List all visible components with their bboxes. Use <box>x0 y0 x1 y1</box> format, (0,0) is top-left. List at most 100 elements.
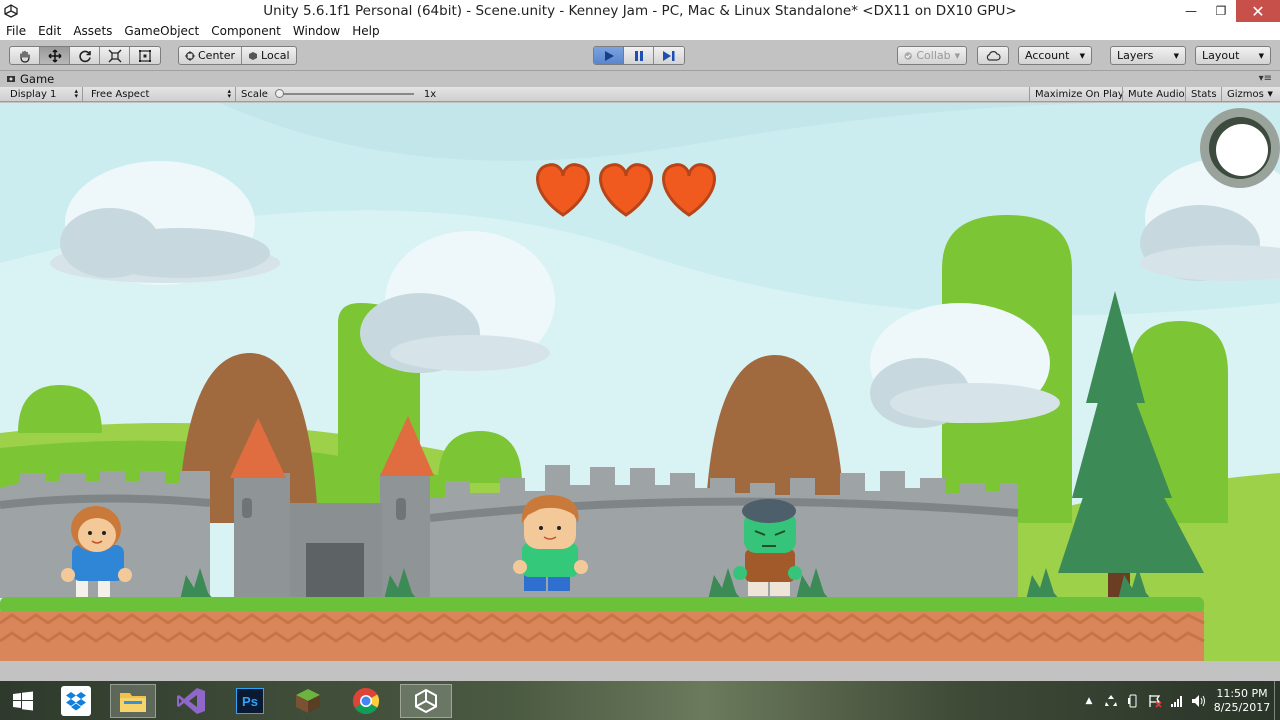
minimize-button[interactable]: — <box>1176 0 1206 22</box>
check-icon <box>904 51 912 60</box>
rotate-tool-button[interactable] <box>70 47 100 64</box>
file-explorer-icon <box>120 693 146 712</box>
wifi-signal-icon[interactable] <box>1166 694 1188 708</box>
tab-menu-icon[interactable]: ▾≡ <box>1259 73 1272 84</box>
scale-label: Scale <box>241 88 268 100</box>
menu-assets[interactable]: Assets <box>67 24 118 38</box>
play-icon <box>604 50 614 61</box>
pause-button[interactable] <box>624 47 654 64</box>
taskbar-chrome[interactable] <box>343 684 389 718</box>
system-tray: ▲ 11:50 PM 8/25/2017 <box>1078 681 1280 720</box>
display-label: Display 1 <box>10 88 57 100</box>
taskbar-unity[interactable] <box>400 684 452 718</box>
dropbox-icon <box>66 692 86 711</box>
updown-caret-icon: ▴ ▾ <box>227 87 231 100</box>
close-button[interactable]: ✕ <box>1236 0 1280 22</box>
stats-toggle[interactable]: Stats <box>1185 87 1222 101</box>
mute-audio-toggle[interactable]: Mute Audio <box>1122 87 1190 101</box>
menu-bar: File Edit Assets GameObject Component Wi… <box>0 22 1280 40</box>
clock-time: 11:50 PM <box>1216 686 1268 700</box>
move-icon <box>47 48 62 63</box>
rotate-icon <box>78 50 91 62</box>
menu-edit[interactable]: Edit <box>32 24 67 38</box>
tab-game-label: Game <box>20 72 55 86</box>
maximize-on-play-toggle[interactable]: Maximize On Play <box>1029 87 1129 101</box>
taskbar-visual-studio[interactable] <box>168 684 214 718</box>
chrome-icon <box>352 687 380 715</box>
minecraft-icon <box>296 689 320 713</box>
menu-gameobject[interactable]: GameObject <box>118 24 205 38</box>
taskbar-file-explorer[interactable] <box>110 684 156 718</box>
scale-slider-thumb[interactable] <box>274 89 284 98</box>
step-button[interactable] <box>654 47 684 64</box>
taskbar-minecraft[interactable] <box>285 684 331 718</box>
pivot-center-button[interactable]: Center <box>179 47 243 64</box>
taskbar: Ps ▲ 11:50 PM 8/25/2017 <box>0 681 1280 720</box>
game-tab-bar: Game ▾≡ <box>0 71 1280 87</box>
scale-slider[interactable] <box>274 89 414 98</box>
hearts-hud <box>536 163 716 217</box>
title-bar: Unity 5.6.1f1 Personal (64bit) - Scene.u… <box>0 0 1280 22</box>
display-dropdown[interactable]: Display 1 ▴ ▾ <box>5 87 83 101</box>
unity-logo-icon <box>0 0 22 22</box>
transform-tools <box>9 46 161 65</box>
photoshop-label: Ps <box>242 693 258 709</box>
castle-gate <box>290 503 382 598</box>
hand-tool-button[interactable] <box>10 47 40 64</box>
chevron-down-icon: ▼ <box>954 51 960 60</box>
pivot-toggles: Center Local <box>178 46 297 65</box>
collab-dropdown[interactable]: Collab ▼ <box>897 46 967 65</box>
pause-ring-button[interactable] <box>1200 108 1280 188</box>
device-icon[interactable] <box>1122 694 1144 708</box>
menu-window[interactable]: Window <box>287 24 346 38</box>
pivot-icon <box>185 50 195 61</box>
menu-file[interactable]: File <box>0 24 32 38</box>
scale-value: 1x <box>423 88 437 100</box>
layers-label: Layers <box>1117 49 1154 62</box>
aspect-label: Free Aspect <box>91 88 150 100</box>
pivot-local-button[interactable]: Local <box>242 47 296 64</box>
game-viewport[interactable] <box>0 103 1280 681</box>
flag-icon[interactable] <box>1144 694 1166 708</box>
cloud-services-button[interactable] <box>977 46 1009 65</box>
gizmos-dropdown[interactable]: Gizmos ▼ <box>1221 87 1276 101</box>
taskbar-photoshop[interactable]: Ps <box>227 684 273 718</box>
window-title: Unity 5.6.1f1 Personal (64bit) - Scene.u… <box>263 3 1017 19</box>
layout-dropdown[interactable]: Layout ▼ <box>1195 46 1271 65</box>
chevron-down-icon: ▼ <box>1079 51 1085 60</box>
pause-icon <box>634 50 643 61</box>
unity-icon <box>415 688 437 714</box>
pivot-center-label: Center <box>198 49 236 62</box>
menu-help[interactable]: Help <box>346 24 385 38</box>
scale-control: Scale 1x <box>236 87 436 101</box>
pivot-local-label: Local <box>261 49 290 62</box>
move-tool-button[interactable] <box>40 47 70 64</box>
clock[interactable]: 11:50 PM 8/25/2017 <box>1210 687 1274 715</box>
local-rotation-icon <box>249 51 258 60</box>
account-dropdown[interactable]: Account ▼ <box>1018 46 1092 65</box>
show-hidden-icons[interactable]: ▲ <box>1078 696 1100 706</box>
layout-label: Layout <box>1202 49 1240 62</box>
playback-controls <box>593 46 685 65</box>
game-view-toolbar: Display 1 ▴ ▾ Free Aspect ▴ ▾ Scale 1x Max… <box>0 87 1280 102</box>
cloud-icon <box>986 51 1001 61</box>
scale-tool-button[interactable] <box>100 47 130 64</box>
photoshop-icon: Ps <box>236 688 264 714</box>
ground <box>0 593 1280 681</box>
menu-component[interactable]: Component <box>205 24 287 38</box>
play-button[interactable] <box>594 47 624 64</box>
show-desktop-button[interactable] <box>1274 681 1280 720</box>
aspect-dropdown[interactable]: Free Aspect ▴ ▾ <box>86 87 236 101</box>
taskbar-dropbox[interactable] <box>53 684 99 718</box>
recycle-icon[interactable] <box>1100 694 1122 708</box>
layers-dropdown[interactable]: Layers ▼ <box>1110 46 1186 65</box>
tab-game[interactable]: Game <box>6 72 54 86</box>
scale-icon <box>108 49 121 62</box>
maximize-button[interactable]: ❐ <box>1206 0 1236 22</box>
start-button[interactable] <box>0 684 46 718</box>
rect-tool-button[interactable] <box>130 47 160 64</box>
game-view-icon <box>7 76 15 82</box>
game-scene <box>0 103 1280 681</box>
main-toolbar: Center Local Collab ▼ Account ▼ Layers ▼… <box>0 40 1280 71</box>
volume-icon[interactable] <box>1188 694 1210 708</box>
